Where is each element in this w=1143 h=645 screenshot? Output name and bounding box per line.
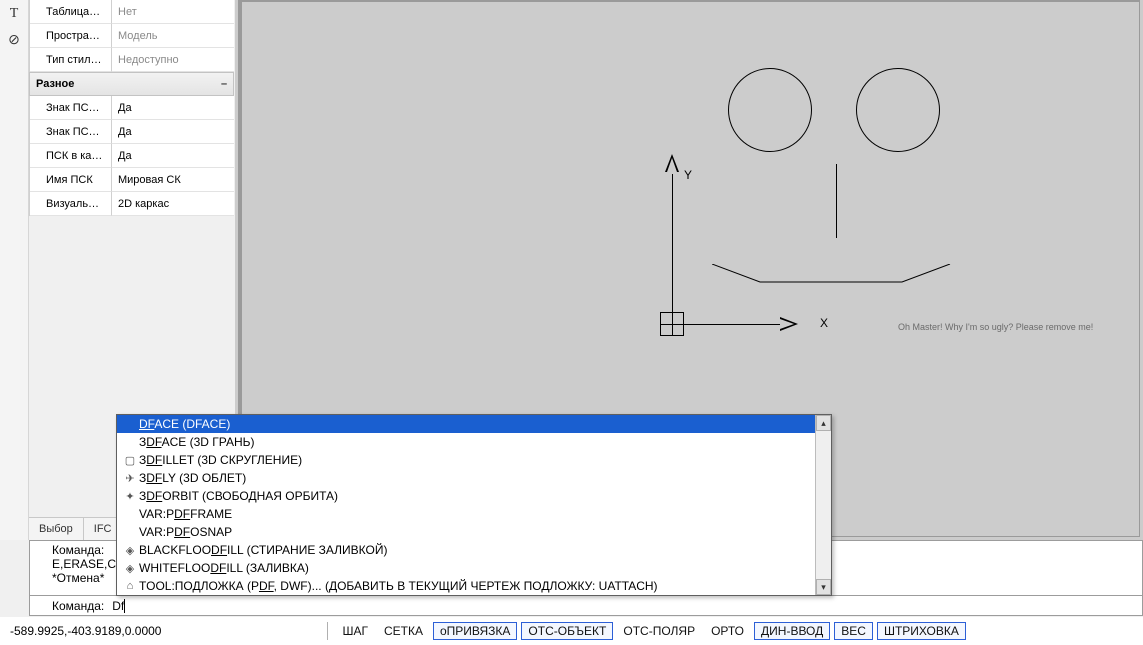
property-value[interactable]: Нет: [112, 0, 234, 24]
property-value[interactable]: Да: [112, 120, 234, 144]
divider-icon: [327, 622, 328, 640]
property-row[interactable]: Знак ПС…Да: [29, 96, 234, 120]
autocomplete-item[interactable]: ◈WHITEFLOODFILL (ЗАЛИВКА): [117, 559, 831, 577]
drawing-line-vertical: [836, 164, 837, 238]
property-key: Таблица…: [30, 0, 112, 24]
orbit-icon: ✦: [121, 490, 139, 503]
tab-selection[interactable]: Выбор: [29, 518, 84, 540]
property-key: Знак ПС…: [30, 96, 112, 120]
property-value[interactable]: Мировая СК: [112, 168, 234, 192]
autocomplete-label: ЗDFACE (3D ГРАНЬ): [139, 435, 255, 449]
tool-icon: ⌂: [121, 580, 139, 592]
property-value[interactable]: Модель: [112, 24, 234, 48]
status-toggle-штриховка[interactable]: ШТРИХОВКА: [877, 622, 966, 640]
cursor-coordinates: -589.9925,-403.9189,0.0000: [0, 624, 171, 638]
autocomplete-item[interactable]: VAR:PDFOSNAP: [117, 523, 831, 541]
section-header-misc[interactable]: Разное –: [29, 72, 234, 96]
autocomplete-label: ЗDFLY (3D ОБЛЕТ): [139, 471, 246, 485]
insert-tool-icon[interactable]: ⊘: [2, 28, 26, 50]
scrollbar-vertical[interactable]: ▴ ▾: [815, 415, 831, 595]
status-toggle-сетка[interactable]: СЕТКА: [378, 622, 429, 640]
property-row[interactable]: Простра…Модель: [29, 24, 234, 48]
scroll-down-icon[interactable]: ▾: [816, 579, 831, 595]
property-key: ПСК в ка…: [30, 144, 112, 168]
status-toggle-шаг[interactable]: ШАГ: [336, 622, 374, 640]
axis-x-label: X: [820, 316, 828, 330]
property-key: Визуаль…: [30, 192, 112, 216]
status-toggle-орто[interactable]: ОРТО: [705, 622, 750, 640]
autocomplete-item[interactable]: ◈BLACKFLOODFILL (СТИРАНИЕ ЗАЛИВКОЙ): [117, 541, 831, 559]
property-row[interactable]: Знак ПС…Да: [29, 120, 234, 144]
autocomplete-item[interactable]: DFACE (DFACE): [117, 415, 831, 433]
property-key: Знак ПС…: [30, 120, 112, 144]
autocomplete-label: TOOL:ПОДЛОЖКА (PDF, DWF)... (ДОБАВИТЬ В …: [139, 579, 658, 593]
autocomplete-item[interactable]: ⌂TOOL:ПОДЛОЖКА (PDF, DWF)... (ДОБАВИТЬ В…: [117, 577, 831, 595]
status-toggle-дин-ввод[interactable]: ДИН-ВВОД: [754, 622, 830, 640]
autocomplete-label: VAR:PDFFRAME: [139, 507, 232, 521]
property-row[interactable]: Тип стил…Недоступно: [29, 48, 234, 72]
left-toolstrip: T ⊘: [0, 0, 29, 540]
collapse-icon[interactable]: –: [215, 78, 233, 90]
autocomplete-label: ЗDFORBIT (СВОБОДНАЯ ОРБИТА): [139, 489, 338, 503]
autocomplete-label: VAR:PDFOSNAP: [139, 525, 232, 539]
diamond-icon: ◈: [121, 562, 139, 575]
property-value[interactable]: Недоступно: [112, 48, 234, 72]
property-value[interactable]: 2D каркас: [112, 192, 234, 216]
plane-icon: ✈: [121, 472, 139, 485]
command-input-row[interactable]: Команда: Df: [29, 596, 1143, 616]
property-row[interactable]: Визуаль…2D каркас: [29, 192, 234, 216]
property-row[interactable]: Имя ПСКМировая СК: [29, 168, 234, 192]
text-tool-icon[interactable]: T: [2, 3, 26, 25]
property-row[interactable]: Таблица…Нет: [29, 0, 234, 24]
status-bar: -589.9925,-403.9189,0.0000 ШАГСЕТКАоПРИВ…: [0, 617, 1143, 645]
autocomplete-label: ЗDFILLET (3D СКРУГЛЕНИЕ): [139, 453, 302, 467]
autocomplete-item[interactable]: ✦ЗDFORBIT (СВОБОДНАЯ ОРБИТА): [117, 487, 831, 505]
autocomplete-popup[interactable]: DFACE (DFACE)ЗDFACE (3D ГРАНЬ)▢ЗDFILLET …: [116, 414, 832, 596]
autocomplete-item[interactable]: ✈ЗDFLY (3D ОБЛЕТ): [117, 469, 831, 487]
property-key: Тип стил…: [30, 48, 112, 72]
property-key: Имя ПСК: [30, 168, 112, 192]
autocomplete-label: BLACKFLOODFILL (СТИРАНИЕ ЗАЛИВКОЙ): [139, 543, 387, 557]
command-typed-text: Df: [112, 599, 124, 613]
scroll-up-icon[interactable]: ▴: [816, 415, 831, 431]
property-value[interactable]: Да: [112, 96, 234, 120]
box-icon: ▢: [121, 454, 139, 467]
drawing-circle-left: [728, 68, 812, 152]
autocomplete-label: DFACE (DFACE): [139, 417, 230, 431]
autocomplete-label: WHITEFLOODFILL (ЗАЛИВКА): [139, 561, 309, 575]
drawing-polyline-mouth: [712, 264, 952, 294]
section-title: Разное: [36, 78, 74, 90]
drawing-text-note: Oh Master! Why I'm so ugly? Please remov…: [898, 322, 1093, 332]
status-toggle-вес[interactable]: ВЕС: [834, 622, 873, 640]
axis-y-label: Y: [684, 168, 692, 182]
command-prompt: Команда:: [52, 599, 104, 613]
autocomplete-item[interactable]: VAR:PDFFRAME: [117, 505, 831, 523]
property-key: Простра…: [30, 24, 112, 48]
property-value[interactable]: Да: [112, 144, 234, 168]
autocomplete-item[interactable]: ▢ЗDFILLET (3D СКРУГЛЕНИЕ): [117, 451, 831, 469]
properties-panel: Таблица…НетПростра…МодельТип стил…Недост…: [29, 0, 234, 216]
autocomplete-item[interactable]: ЗDFACE (3D ГРАНЬ): [117, 433, 831, 451]
drawing-circle-right: [856, 68, 940, 152]
status-toggle-отс-поляр[interactable]: ОТС-ПОЛЯР: [617, 622, 701, 640]
diamond-icon: ◈: [121, 544, 139, 557]
property-row[interactable]: ПСК в ка…Да: [29, 144, 234, 168]
status-toggle-опривязка[interactable]: оПРИВЯЗКА: [433, 622, 517, 640]
status-toggle-отс-объект[interactable]: ОТС-ОБЪЕКТ: [521, 622, 613, 640]
